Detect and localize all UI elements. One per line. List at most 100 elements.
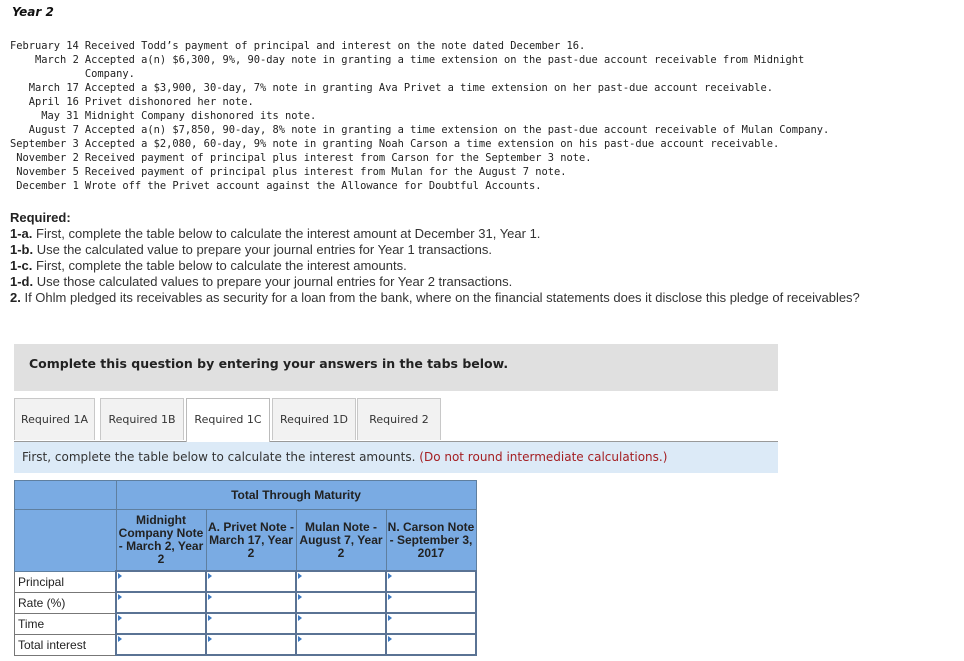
cell-mulan [295, 570, 387, 593]
transaction-text: Midnight Company dishonored its note. [84, 110, 317, 122]
answer-input[interactable] [297, 614, 385, 633]
instruction-bar: First, complete the table below to calcu… [14, 442, 778, 473]
transaction-date: November 2 [16, 152, 79, 164]
answer-input[interactable] [207, 635, 295, 654]
instructions-banner: Complete this question by entering your … [14, 344, 778, 391]
answer-input[interactable] [387, 614, 475, 633]
required-item: 1-b. Use the calculated value to prepare… [10, 242, 860, 258]
cell-midnight [115, 612, 207, 635]
transaction-text: Accepted a(n) $6,300, 9%, 90-day note in… [84, 54, 805, 80]
transaction-row: April 16 Privet dishonored her note. [10, 95, 829, 109]
transaction-text: Accepted a $2,080, 60-day, 9% note in gr… [84, 138, 780, 150]
answer-input[interactable] [117, 593, 205, 612]
required-item-label: 2. [10, 290, 21, 305]
required-item-label: 1-d. [10, 274, 34, 289]
row-label: Rate (%) [14, 591, 117, 614]
transaction-row: November 5 Received payment of principal … [10, 165, 829, 179]
banner-text: Complete this question by entering your … [29, 356, 509, 371]
transaction-row: September 3 Accepted a $2,080, 60-day, 9%… [10, 137, 829, 151]
cell-privet [205, 570, 297, 593]
required-item-text: Use the calculated value to prepare your… [33, 242, 493, 257]
transaction-text: Received payment of principal plus inter… [84, 152, 592, 164]
transaction-row: August 7 Accepted a(n) $7,850, 90-day, 8%… [10, 123, 829, 137]
answer-input[interactable] [297, 572, 385, 591]
transaction-date: April 16 [28, 96, 79, 108]
cell-midnight [115, 570, 207, 593]
transaction-date: December 1 [16, 180, 79, 192]
column-header-midnight: Midnight Company Note - March 2, Year 2 [115, 509, 207, 572]
transactions-list: February 14 Received Todd’s payment of pr… [10, 39, 829, 193]
answer-input[interactable] [117, 614, 205, 633]
transaction-row: March 17 Accepted a $3,900, 30-day, 7% no… [10, 81, 829, 95]
tab-required-1a[interactable]: Required 1A [14, 398, 95, 440]
required-item-text: Use those calculated values to prepare y… [33, 274, 513, 289]
required-item-label: 1-c. [10, 258, 33, 273]
required-item: 2. If Ohlm pledged its receivables as se… [10, 290, 860, 306]
required-item: 1-a. First, complete the table below to … [10, 226, 860, 242]
interest-calculation-table: Total Through Maturity Midnight Company … [14, 480, 477, 656]
answer-input[interactable] [117, 635, 205, 654]
cell-mulan [295, 591, 387, 614]
row-label: Principal [14, 570, 117, 593]
column-header-carson: N. Carson Note - September 3, 2017 [385, 509, 477, 572]
tab-required-2[interactable]: Required 2 [357, 398, 441, 440]
required-section: Required: 1-a. First, complete the table… [10, 210, 860, 306]
transaction-text: Privet dishonored her note. [84, 96, 254, 108]
answer-input[interactable] [207, 572, 295, 591]
transaction-date: March 17 [28, 82, 79, 94]
corner-header-2 [14, 509, 117, 572]
cell-midnight [115, 591, 207, 614]
answer-input[interactable] [387, 593, 475, 612]
year-title: Year 2 [12, 5, 54, 19]
cell-mulan [295, 633, 387, 656]
transaction-date: September 3 [10, 138, 79, 150]
answer-input[interactable] [387, 635, 475, 654]
tab-required-1b[interactable]: Required 1B [100, 398, 184, 440]
transaction-text: Wrote off the Privet account against the… [84, 180, 542, 192]
required-item-label: 1-b. [10, 242, 34, 257]
required-item-label: 1-a. [10, 226, 33, 241]
answer-input[interactable] [297, 635, 385, 654]
answer-input[interactable] [207, 593, 295, 612]
transaction-row: May 31 Midnight Company dishonored its no… [10, 109, 829, 123]
cell-carson [385, 591, 477, 614]
transaction-text: Received payment of principal plus inter… [84, 166, 567, 178]
transaction-text: Received Todd’s payment of principal and… [84, 40, 586, 52]
transaction-row: December 1 Wrote off the Privet account a… [10, 179, 829, 193]
cell-privet [205, 612, 297, 635]
required-item: 1-c. First, complete the table below to … [10, 258, 860, 274]
table-row: Principal [14, 570, 477, 593]
tab-bar: Required 1A Required 1B Required 1C Requ… [14, 398, 778, 442]
transaction-date: February 14 [10, 40, 79, 52]
transaction-row: February 14 Received Todd’s payment of pr… [10, 39, 829, 53]
answer-input[interactable] [207, 614, 295, 633]
required-heading: Required: [10, 210, 71, 225]
cell-carson [385, 633, 477, 656]
corner-header [14, 480, 117, 510]
transaction-date: November 5 [16, 166, 79, 178]
table-row: Time [14, 612, 477, 635]
instruction-text: First, complete the table below to calcu… [22, 450, 416, 464]
transaction-row: November 2 Received payment of principal … [10, 151, 829, 165]
required-item-text: First, complete the table below to calcu… [32, 226, 541, 241]
answer-input[interactable] [387, 572, 475, 591]
transaction-text: Accepted a $3,900, 30-day, 7% note in gr… [84, 82, 773, 94]
rounding-note: (Do not round intermediate calculations.… [419, 450, 668, 464]
row-label: Time [14, 612, 117, 635]
cell-midnight [115, 633, 207, 656]
cell-privet [205, 591, 297, 614]
tab-required-1d[interactable]: Required 1D [272, 398, 356, 440]
column-header-mulan: Mulan Note - August 7, Year 2 [295, 509, 387, 572]
required-item: 1-d. Use those calculated values to prep… [10, 274, 860, 290]
answer-input[interactable] [117, 572, 205, 591]
transaction-date: March 2 [35, 54, 79, 66]
cell-carson [385, 612, 477, 635]
transaction-text: Accepted a(n) $7,850, 90-day, 8% note in… [84, 124, 830, 136]
answer-input[interactable] [297, 593, 385, 612]
transaction-date: August 7 [28, 124, 79, 136]
table-row: Rate (%) [14, 591, 477, 614]
tab-required-1c[interactable]: Required 1C [186, 398, 270, 442]
group-header: Total Through Maturity [115, 480, 477, 510]
required-item-text: If Ohlm pledged its receivables as secur… [20, 290, 860, 305]
column-header-privet: A. Privet Note - March 17, Year 2 [205, 509, 297, 572]
